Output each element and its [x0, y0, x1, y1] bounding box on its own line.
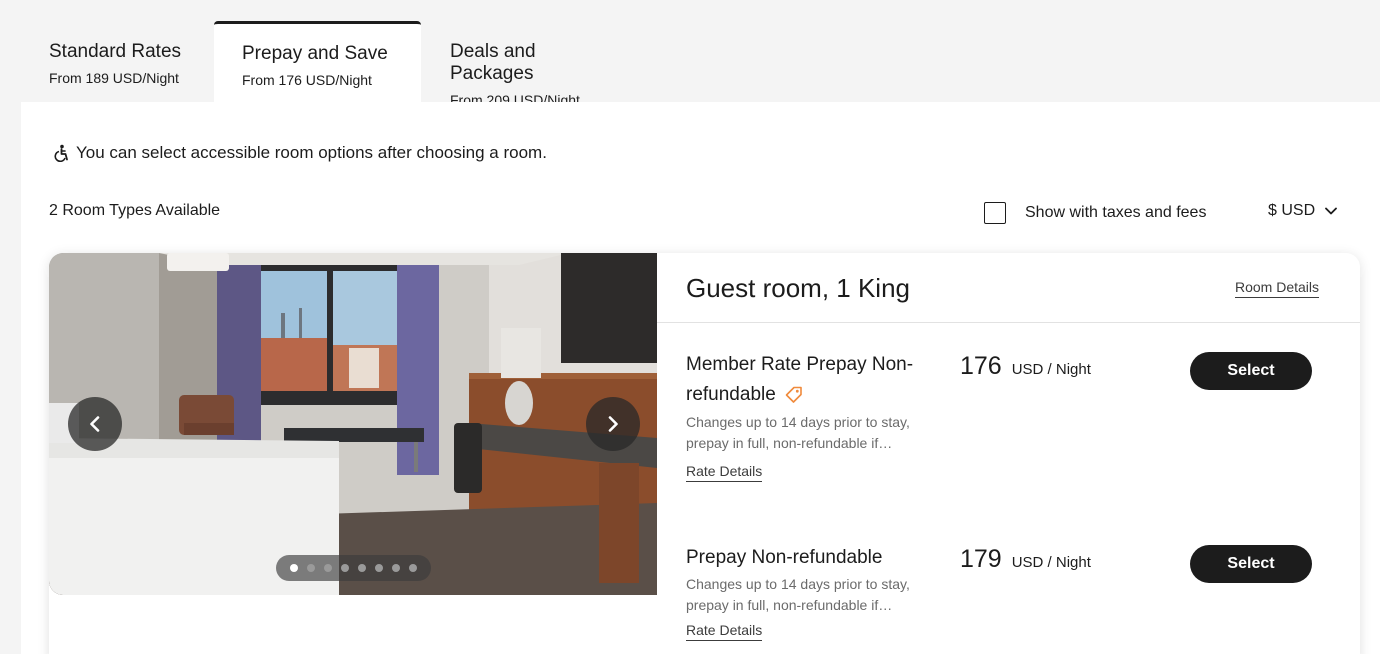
price-unit: USD / Night [1011, 554, 1091, 571]
rate-name: Prepay Non-refundable [686, 543, 931, 573]
currency-select[interactable]: $ USD [1268, 202, 1338, 220]
rate-price: 179 USD / Night [960, 545, 1091, 574]
chevron-right-icon [608, 416, 618, 432]
select-button[interactable]: Select [1190, 545, 1312, 583]
tab-title: Prepay and Save [242, 43, 388, 64]
rates-panel: You can select accessible room options a… [21, 102, 1380, 654]
currency-label: $ USD [1268, 202, 1316, 219]
room-header: Guest room, 1 King Room Details [657, 253, 1360, 323]
tab-standard-rates[interactable]: Standard Rates From 189 USD/Night [21, 22, 214, 102]
tab-subtitle: From 189 USD/Night [49, 70, 179, 86]
accessibility-text: You can select accessible room options a… [76, 143, 547, 162]
carousel-dot[interactable] [375, 564, 383, 572]
taxes-label: Show with taxes and fees [1025, 204, 1207, 221]
carousel-dot[interactable] [409, 564, 417, 572]
carousel-dot[interactable] [307, 564, 315, 572]
price-amount: 176 [960, 352, 1002, 380]
carousel-dot[interactable] [358, 564, 366, 572]
carousel-prev-button[interactable] [68, 397, 122, 451]
tab-title: Standard Rates [49, 41, 182, 62]
tab-deals-and-packages[interactable]: Deals and Packages From 209 USD/Night [422, 22, 652, 108]
chevron-down-icon [1325, 207, 1338, 215]
rate-name-text: Prepay Non-refundable [686, 547, 883, 568]
carousel-dot[interactable] [290, 564, 298, 572]
rate-name: Member Rate Prepay Non-refundable [686, 350, 931, 410]
taxes-toggle[interactable]: Show with taxes and fees [984, 202, 1206, 224]
rate-tabs: Standard Rates From 189 USD/Night Prepay… [21, 0, 721, 108]
room-details-link[interactable]: Room Details [1235, 279, 1320, 298]
room-photo-carousel[interactable] [49, 253, 657, 595]
tag-icon [785, 386, 802, 403]
rate-details-link[interactable]: Rate Details [686, 463, 763, 482]
select-button[interactable]: Select [1190, 352, 1312, 390]
carousel-dot[interactable] [341, 564, 349, 572]
accessibility-note: You can select accessible room options a… [52, 143, 547, 163]
rate-description: Changes up to 14 days prior to stay, pre… [686, 576, 910, 613]
rate-price: 176 USD / Night [960, 352, 1091, 381]
room-card: Guest room, 1 King Room Details Member R… [49, 253, 1360, 654]
rate-details-link[interactable]: Rate Details [686, 622, 763, 641]
chevron-left-icon [90, 416, 100, 432]
carousel-dot[interactable] [392, 564, 400, 572]
wheelchair-icon [54, 144, 68, 162]
room-title: Guest room, 1 King [686, 273, 910, 303]
price-unit: USD / Night [1011, 361, 1091, 378]
tab-prepay-and-save[interactable]: Prepay and Save From 176 USD/Night [214, 21, 421, 102]
carousel-dot[interactable] [324, 564, 332, 572]
price-amount: 179 [960, 545, 1002, 573]
tab-subtitle: From 176 USD/Night [242, 72, 372, 88]
rate-description: Changes up to 14 days prior to stay, pre… [686, 414, 910, 451]
carousel-next-button[interactable] [586, 397, 640, 451]
tab-title: Deals and Packages [450, 41, 536, 84]
carousel-dots [276, 555, 431, 581]
taxes-checkbox[interactable] [984, 202, 1006, 224]
room-count: 2 Room Types Available [49, 202, 221, 219]
room-photo [49, 253, 657, 595]
